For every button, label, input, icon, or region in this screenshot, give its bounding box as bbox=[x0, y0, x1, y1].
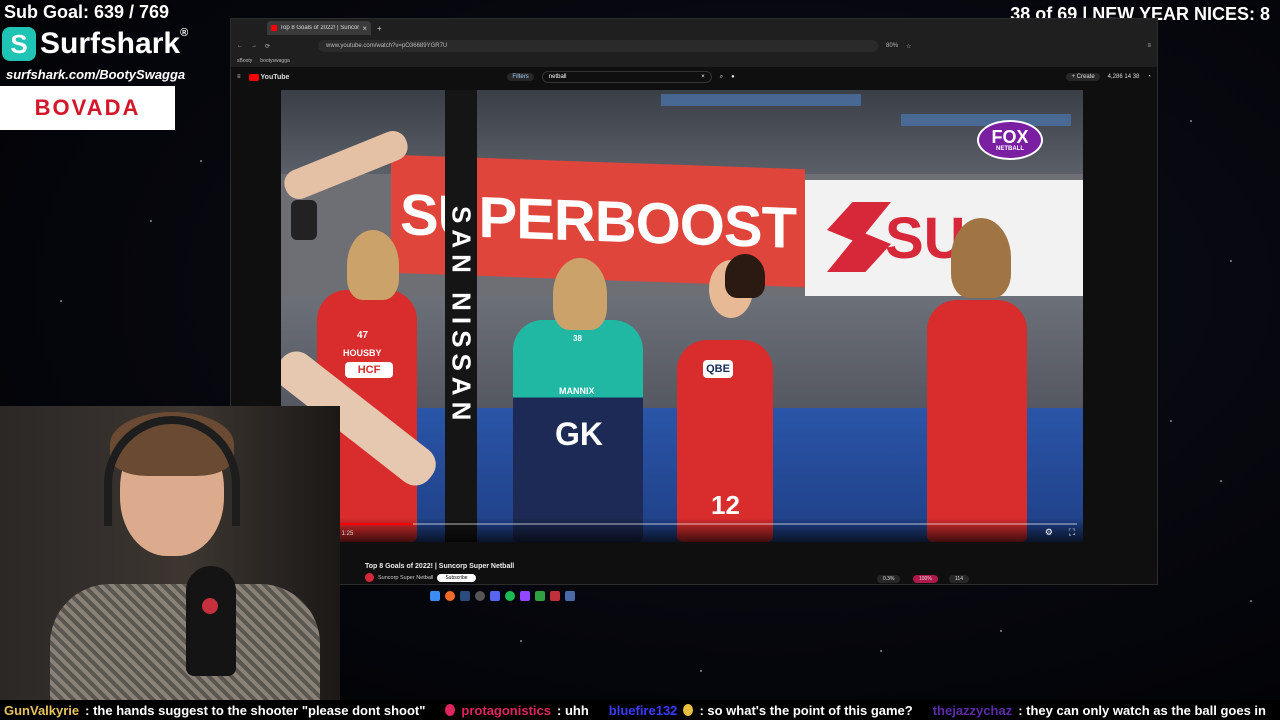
url-field[interactable]: www.youtube.com/watch?v=pO36689YGR7U bbox=[318, 40, 879, 52]
chat-ticker: GunValkyrie : the hands suggest to the s… bbox=[0, 700, 1280, 720]
microphone bbox=[186, 566, 236, 676]
surfshark-reg: ® bbox=[180, 27, 189, 39]
chat-message: : the hands suggest to the shooter "plea… bbox=[85, 702, 426, 718]
mic-icon[interactable]: ● bbox=[731, 74, 735, 80]
spotify-icon[interactable] bbox=[505, 591, 515, 601]
youtube-logo[interactable]: YouTube bbox=[248, 73, 290, 81]
address-bar: ← → ⟳ www.youtube.com/watch?v=pO36689YGR… bbox=[231, 37, 1157, 55]
surfshark-logo-icon: S bbox=[2, 27, 36, 61]
player-right-bib: QBE bbox=[703, 360, 733, 378]
bovada-sponsor: BOVADA bbox=[0, 86, 175, 130]
zoom-level[interactable]: 80% bbox=[886, 43, 898, 49]
goal-post: SAN NISSAN bbox=[445, 90, 477, 542]
search-clear-icon[interactable]: × bbox=[701, 74, 705, 80]
chat-user: GunValkyrie bbox=[4, 702, 80, 718]
url-text: www.youtube.com/watch?v=pO36689YGR7U bbox=[326, 43, 448, 49]
youtube-play-icon bbox=[248, 73, 259, 81]
settings-icon[interactable]: ⚙ bbox=[1045, 527, 1053, 538]
fox-netball-logo: FOX NETBALL bbox=[977, 120, 1043, 160]
youtube-header: ≡ YouTube Filters netball × ⌕ ● + Create… bbox=[231, 67, 1157, 87]
browser-tab[interactable]: Top 8 Goals of 2022! | Suncorp S × bbox=[267, 21, 371, 35]
subscribe-button[interactable]: Subscribe bbox=[437, 573, 476, 582]
stat-pill-c: 114 bbox=[949, 575, 969, 583]
mic-light-icon bbox=[202, 598, 218, 614]
chat-user: thejazzychaz bbox=[932, 702, 1013, 718]
hamburger-icon[interactable]: ≡ bbox=[237, 74, 241, 80]
bookmark-item[interactable]: sBooty bbox=[237, 58, 252, 64]
player-mannix: 38 MANNIX GK bbox=[513, 258, 643, 542]
smartwatch bbox=[291, 200, 317, 240]
discord-icon[interactable] bbox=[490, 591, 500, 601]
player-far-right bbox=[927, 218, 1027, 542]
tab-title: Top 8 Goals of 2022! | Suncorp S bbox=[280, 25, 360, 31]
surfshark-url: surfshark.com/BootySwagga bbox=[6, 67, 186, 82]
emoji-emote-icon bbox=[683, 704, 694, 716]
search-icon[interactable]: ⌕ bbox=[720, 74, 723, 81]
player-number-12: QBE 12 bbox=[677, 254, 773, 542]
active-app-icon[interactable] bbox=[550, 591, 560, 601]
header-stats: 4,286 14 38 bbox=[1107, 74, 1140, 80]
video-player[interactable]: SUPERBOOST SU SAN NISSAN FOX NETBALL 47 … bbox=[281, 90, 1083, 542]
reload-icon[interactable]: ⟳ bbox=[265, 43, 270, 50]
heart-emote-icon bbox=[445, 704, 456, 716]
surfshark-name: Surfshark bbox=[40, 27, 181, 60]
youtube-favicon-icon bbox=[271, 25, 277, 31]
twitch-icon[interactable] bbox=[520, 591, 530, 601]
chat-message: : uhh bbox=[557, 702, 589, 718]
firefox-icon[interactable] bbox=[445, 591, 455, 601]
player-right-number: 12 bbox=[711, 490, 740, 520]
taskbar bbox=[430, 589, 575, 603]
app-icon[interactable] bbox=[565, 591, 575, 601]
back-icon[interactable]: ← bbox=[237, 43, 243, 49]
browser-window: Top 8 Goals of 2022! | Suncorp S × + ← →… bbox=[230, 18, 1158, 585]
search-input[interactable]: netball × bbox=[541, 71, 712, 83]
new-tab-icon[interactable]: + bbox=[377, 24, 382, 33]
player-left-number: 47 bbox=[357, 330, 369, 341]
app-icon[interactable] bbox=[535, 591, 545, 601]
surfshark-sponsor: S Surfshark® bbox=[2, 22, 188, 66]
video-info: Top 8 Goals of 2022! | Suncorp Super Net… bbox=[365, 563, 514, 582]
search-value: netball bbox=[548, 74, 567, 80]
menu-icon[interactable]: ≡ bbox=[1147, 43, 1151, 49]
bookmark-star-icon[interactable]: ☆ bbox=[906, 43, 911, 50]
webcam-feed bbox=[0, 406, 340, 700]
player-center-number: 38 bbox=[573, 334, 582, 343]
stat-pill-b: 100% bbox=[913, 575, 938, 583]
steam-icon[interactable] bbox=[460, 591, 470, 601]
channel-name[interactable]: Suncorp Super Netball bbox=[378, 575, 433, 581]
youtube-brand: YouTube bbox=[260, 73, 290, 81]
sub-goal-text: Sub Goal: 639 / 769 bbox=[4, 2, 170, 22]
chat-message: : so what's the point of this game? bbox=[699, 702, 913, 718]
notifications-icon[interactable]: ◔ bbox=[1147, 74, 1151, 80]
forward-icon[interactable]: → bbox=[251, 43, 257, 49]
bookmark-item[interactable]: bootyswagga bbox=[260, 58, 289, 64]
player-left-sponsor: HCF bbox=[345, 362, 393, 378]
tab-close-icon[interactable]: × bbox=[362, 24, 367, 33]
player-left-name: HOUSBY bbox=[343, 348, 382, 358]
chat-user: protagonistics bbox=[461, 702, 551, 718]
chat-message: : they can only watch as the ball goes i… bbox=[1018, 702, 1266, 718]
windows-start-icon[interactable] bbox=[430, 591, 440, 601]
player-center-name: MANNIX bbox=[559, 386, 595, 396]
fullscreen-icon[interactable]: ⛶ bbox=[1069, 527, 1075, 538]
fox-sub: NETBALL bbox=[996, 146, 1024, 152]
progress-bar[interactable] bbox=[287, 523, 1077, 525]
filters-button[interactable]: Filters bbox=[507, 73, 534, 81]
channel-row: Suncorp Super Netball Subscribe bbox=[365, 573, 514, 582]
player-center-bib: GK bbox=[555, 416, 603, 452]
fox-word: FOX bbox=[991, 127, 1029, 147]
player-controls: ▶ ◀ 0:12 / 1:25 ⚙ ⛶ bbox=[281, 518, 1083, 542]
video-title: Top 8 Goals of 2022! | Suncorp Super Net… bbox=[365, 563, 515, 570]
streamer-body bbox=[50, 584, 320, 700]
bookmarks-bar: sBooty bootyswagga bbox=[231, 55, 1157, 67]
channel-avatar[interactable] bbox=[365, 573, 374, 582]
stat-pill-a: 0.3% bbox=[877, 575, 901, 583]
create-button[interactable]: + Create bbox=[1066, 73, 1100, 81]
obs-icon[interactable] bbox=[475, 591, 485, 601]
tab-bar: Top 8 Goals of 2022! | Suncorp S × + bbox=[231, 19, 1157, 37]
chat-user: bluefire132 bbox=[608, 702, 678, 718]
